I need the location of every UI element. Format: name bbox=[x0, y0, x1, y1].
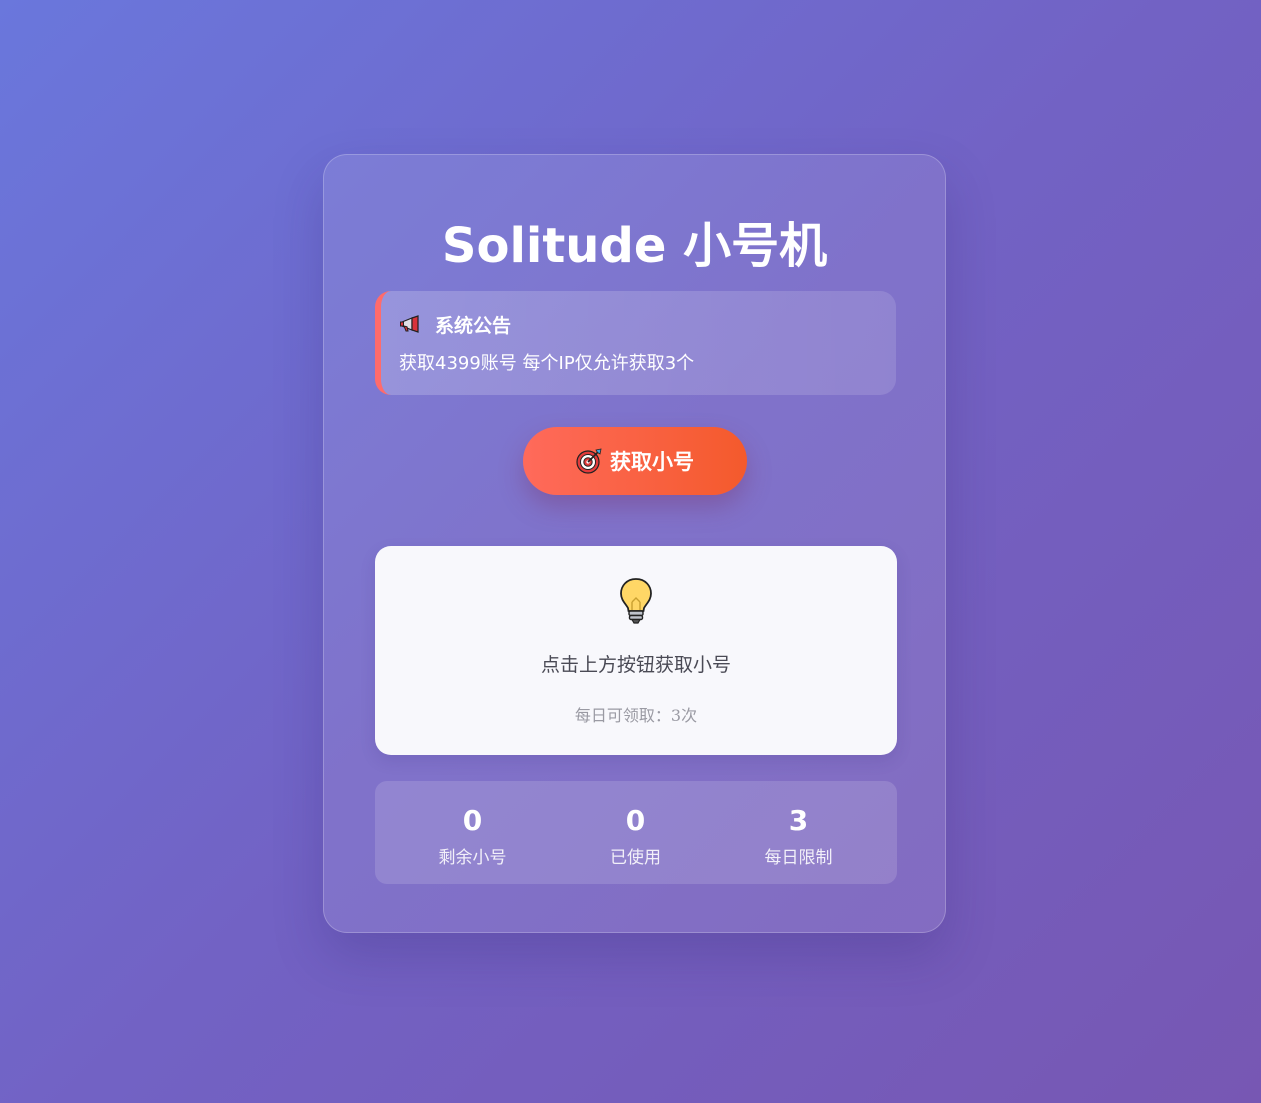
notice-text: 获取4399账号 每个IP仅允许获取3个 bbox=[399, 353, 695, 374]
result-hint: 每日可领取：3次 bbox=[574, 706, 698, 725]
stat-daily-limit-label: 每日限制 bbox=[764, 848, 833, 868]
get-account-label: 获取小号 bbox=[610, 450, 694, 474]
stat-used-value: 0 bbox=[625, 804, 646, 837]
target-icon bbox=[576, 448, 602, 474]
stat-used-label: 已使用 bbox=[610, 848, 661, 868]
lightbulb-icon bbox=[618, 577, 654, 625]
notice-heading: 系统公告 bbox=[435, 315, 512, 337]
page-title: Solitude 小号机 bbox=[441, 218, 828, 274]
stat-daily-limit: 3 每日限制 bbox=[717, 781, 880, 884]
stat-remaining-label: 剩余小号 bbox=[438, 848, 507, 868]
main-card: Solitude 小号机 系统公告 获取4399账号 每个IP仅允许获取3个 获… bbox=[323, 154, 946, 933]
get-account-button[interactable]: 获取小号 bbox=[523, 427, 747, 495]
result-message: 点击上方按钮获取小号 bbox=[540, 654, 731, 676]
megaphone-icon bbox=[399, 314, 423, 335]
notice-header: 系统公告 bbox=[399, 311, 511, 338]
result-panel: 点击上方按钮获取小号 每日可领取：3次 bbox=[375, 546, 897, 755]
stats-panel: 0 剩余小号 0 已使用 3 每日限制 bbox=[375, 781, 897, 884]
stat-remaining-value: 0 bbox=[462, 804, 483, 837]
stat-remaining: 0 剩余小号 bbox=[391, 781, 554, 884]
system-notice: 系统公告 获取4399账号 每个IP仅允许获取3个 bbox=[375, 291, 896, 395]
stat-used: 0 已使用 bbox=[554, 781, 717, 884]
stat-daily-limit-value: 3 bbox=[788, 804, 809, 837]
